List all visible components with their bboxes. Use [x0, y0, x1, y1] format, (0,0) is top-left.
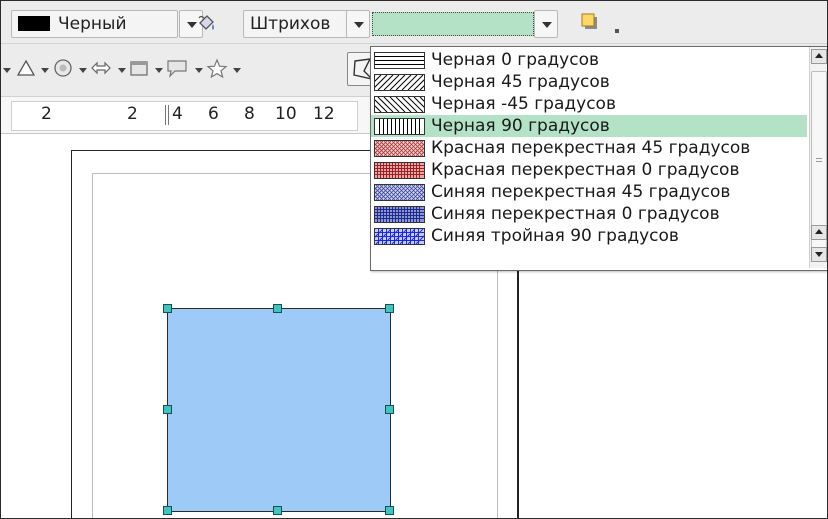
line-and-filling-toolbar: Черный Штрихов — [1, 1, 827, 44]
dropdown-scrollbar[interactable] — [809, 47, 827, 268]
area-style-select[interactable]: Штрихов — [243, 10, 349, 38]
window: Черный Штрихов 2 2 4 6 8 10 12 Черная 0 … — [0, 0, 828, 519]
hatch-option-label: Черная 0 градусов — [431, 50, 600, 70]
scroll-down-button[interactable] — [811, 247, 827, 262]
resize-handle[interactable] — [163, 304, 172, 313]
smiley-icon[interactable] — [52, 57, 74, 83]
hatch-swatch-icon — [374, 96, 425, 113]
ruler-page-area — [11, 101, 358, 131]
hatch-option-red-cross-45[interactable]: Красная перекрестная 45 градусов — [371, 137, 807, 159]
symbol-shapes-arrow-icon[interactable] — [79, 68, 87, 73]
hatch-swatch-icon — [374, 228, 425, 245]
paint-bucket-icon[interactable] — [196, 13, 218, 35]
block-arrows-icon[interactable] — [90, 57, 112, 83]
ruler-indent-marker[interactable] — [165, 105, 166, 125]
grip-icon — [816, 158, 822, 159]
fill-pattern-select[interactable] — [372, 12, 534, 36]
hatch-option-label: Черная 90 градусов — [431, 116, 610, 136]
fill-pattern-dropdown-button[interactable] — [534, 10, 558, 38]
ruler-indent-marker[interactable] — [168, 105, 169, 125]
scroll-up-button[interactable] — [811, 49, 827, 64]
shadow-icon[interactable] — [581, 13, 599, 31]
triangle-icon[interactable] — [15, 57, 37, 83]
resize-handle[interactable] — [385, 506, 394, 515]
resize-handle[interactable] — [163, 405, 172, 414]
triangle-arrow-icon[interactable] — [41, 68, 49, 73]
hatching-dropdown-list[interactable]: Черная 0 градусов Черная 45 градусов Чер… — [370, 46, 827, 271]
resize-handle[interactable] — [273, 304, 282, 313]
hatch-option-label: Черная 45 градусов — [431, 72, 610, 92]
area-style-label: Штрихов — [250, 14, 331, 34]
hatch-option-label: Синяя перекрестная 0 градусов — [431, 204, 720, 224]
selected-rectangle-shape[interactable] — [167, 308, 391, 512]
hatch-swatch-icon — [374, 118, 425, 135]
line-color-label: Черный — [58, 14, 127, 34]
hatch-option-label: Синяя перекрестная 45 градусов — [431, 182, 731, 202]
hatch-swatch-icon — [374, 140, 425, 157]
stars-arrow-icon[interactable] — [233, 68, 241, 73]
hatch-option-black-minus-45[interactable]: Черная -45 градусов — [371, 93, 807, 115]
grip-icon — [816, 161, 822, 162]
hatch-swatch-icon — [374, 52, 425, 69]
resize-handle[interactable] — [273, 506, 282, 515]
line-color-swatch — [18, 16, 50, 31]
hatch-option-label: Красная перекрестная 45 градусов — [431, 138, 751, 158]
ruler-label: 2 — [41, 104, 52, 124]
ruler-label: 2 — [127, 104, 138, 124]
basic-shapes-arrow-icon[interactable] — [3, 68, 11, 73]
hatch-option-label: Синяя тройная 90 градусов — [431, 226, 679, 246]
scroll-up-button[interactable] — [811, 225, 827, 240]
hatch-option-blue-triple-90[interactable]: Синяя тройная 90 градусов — [371, 225, 807, 247]
ruler-label: 10 — [275, 104, 297, 124]
area-style-dropdown-button[interactable] — [346, 10, 370, 38]
hatch-swatch-icon — [374, 206, 425, 223]
hatch-option-label: Черная -45 градусов — [431, 94, 616, 114]
hatch-swatch-icon — [374, 162, 425, 179]
hatch-option-black-45[interactable]: Черная 45 градусов — [371, 71, 807, 93]
hatch-option-blue-cross-45[interactable]: Синяя перекрестная 45 градусов — [371, 181, 807, 203]
line-color-select[interactable]: Черный — [11, 10, 178, 38]
toolbar-overflow-icon[interactable] — [615, 29, 619, 33]
hatch-option-black-0[interactable]: Черная 0 градусов — [371, 49, 807, 71]
ruler-label: 4 — [172, 104, 183, 124]
ruler-label: 12 — [313, 104, 335, 124]
hatch-option-blue-cross-0[interactable]: Синяя перекрестная 0 градусов — [371, 203, 807, 225]
hatch-option-label: Красная перекрестная 0 градусов — [431, 160, 740, 180]
block-arrows-arrow-icon[interactable] — [118, 68, 126, 73]
star-icon[interactable] — [205, 57, 229, 83]
hatch-swatch-icon — [374, 184, 425, 201]
ruler-label: 8 — [244, 104, 255, 124]
resize-handle[interactable] — [163, 506, 172, 515]
flowchart-icon[interactable] — [128, 57, 150, 83]
resize-handle[interactable] — [385, 405, 394, 414]
callouts-arrow-icon[interactable] — [195, 68, 203, 73]
hatch-swatch-icon — [374, 74, 425, 91]
callouts-icon[interactable] — [165, 57, 189, 83]
page-border — [71, 150, 72, 518]
ruler-label: 6 — [208, 104, 219, 124]
flowchart-arrow-icon[interactable] — [155, 68, 163, 73]
scroll-thumb[interactable] — [811, 71, 827, 249]
resize-handle[interactable] — [385, 304, 394, 313]
hatch-option-black-90[interactable]: Черная 90 градусов — [371, 115, 807, 137]
hatch-option-red-cross-0[interactable]: Красная перекрестная 0 градусов — [371, 159, 807, 181]
